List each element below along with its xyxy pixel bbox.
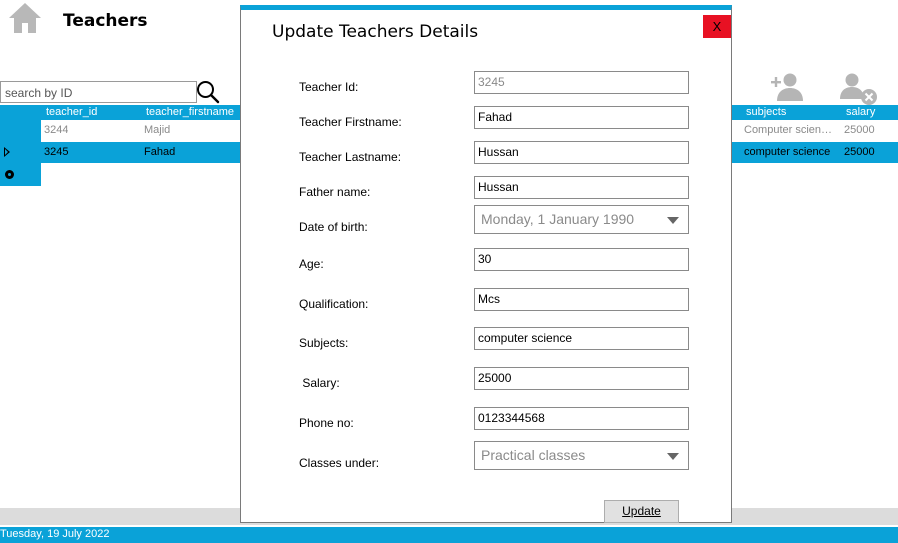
home-icon[interactable]	[8, 2, 42, 34]
cell-salary[interactable]: 25000	[844, 120, 875, 141]
status-bar: Tuesday, 19 July 2022	[0, 527, 898, 543]
column-header-salary[interactable]: salary	[846, 105, 875, 120]
dob-date-picker[interactable]: Monday, 1 January 1990	[474, 205, 689, 234]
label-teacher-id: Teacher Id:	[299, 80, 359, 94]
label-dob: Date of birth:	[299, 220, 368, 234]
page-title: Teachers	[63, 11, 148, 31]
remove-user-icon[interactable]	[838, 72, 880, 106]
first-name-field[interactable]: Fahad	[474, 106, 689, 129]
current-row-arrow-icon	[4, 147, 10, 157]
search-input[interactable]	[1, 83, 196, 103]
cell-teacher-firstname[interactable]: Majid	[144, 120, 170, 141]
dob-value: Monday, 1 January 1990	[481, 211, 635, 227]
label-father-name: Father name:	[299, 185, 371, 199]
update-teacher-dialog: Update Teachers Details X Teacher Id: 32…	[240, 5, 732, 523]
father-name-field[interactable]: Hussan	[474, 176, 689, 199]
age-field[interactable]: 30	[474, 248, 689, 271]
status-date: Tuesday, 19 July 2022	[0, 528, 110, 540]
cell-teacher-id[interactable]: 3244	[44, 120, 68, 141]
label-salary: Salary:	[299, 376, 340, 390]
label-last-name: Teacher Lastname:	[299, 150, 402, 164]
column-header-subjects[interactable]: subjects	[746, 105, 786, 120]
salary-field[interactable]: 25000	[474, 367, 689, 390]
column-header-teacher-id[interactable]: teacher_id	[46, 105, 97, 120]
new-row-icon	[5, 170, 14, 179]
column-header-teacher-firstname[interactable]: teacher_firstname	[146, 105, 234, 120]
qualification-field[interactable]: Mcs	[474, 288, 689, 311]
subjects-field[interactable]: computer science	[474, 327, 689, 350]
search-icon[interactable]	[196, 80, 220, 104]
cell-teacher-id[interactable]: 3245	[44, 142, 68, 163]
chevron-down-icon[interactable]	[667, 453, 679, 460]
cell-salary[interactable]: 25000	[844, 142, 875, 163]
label-qualification: Qualification:	[299, 297, 369, 311]
cell-subjects[interactable]: computer science	[744, 142, 830, 163]
label-classes: Classes under:	[299, 456, 380, 470]
close-button[interactable]: X	[703, 15, 731, 38]
teachers-window: Teachers teacher_id teacher_firs	[0, 0, 898, 543]
chevron-down-icon[interactable]	[667, 217, 679, 224]
teacher-id-field: 3245	[474, 71, 689, 94]
classes-value: Practical classes	[481, 447, 586, 463]
dialog-title: Update Teachers Details	[272, 22, 479, 42]
label-phone: Phone no:	[299, 416, 354, 430]
cell-teacher-firstname[interactable]: Fahad	[144, 142, 175, 163]
label-first-name: Teacher Firstname:	[299, 115, 402, 129]
label-age: Age:	[299, 257, 324, 271]
label-subjects: Subjects:	[299, 336, 349, 350]
classes-dropdown[interactable]: Practical classes	[474, 441, 689, 470]
last-name-field[interactable]: Hussan	[474, 141, 689, 164]
add-user-icon[interactable]	[769, 72, 805, 102]
cell-subjects[interactable]: Computer scien…	[744, 120, 838, 141]
phone-field[interactable]: 0123344568	[474, 407, 689, 430]
update-button[interactable]: Update	[604, 500, 679, 523]
search-field[interactable]	[0, 81, 197, 103]
